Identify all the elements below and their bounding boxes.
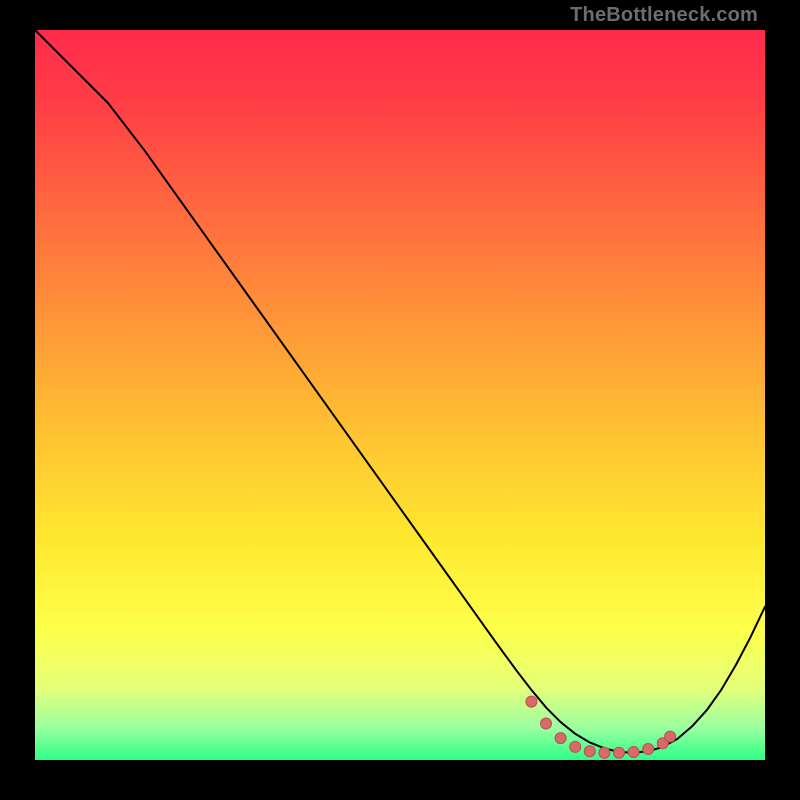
min-marker: [614, 747, 625, 758]
figure: TheBottleneck.com: [0, 0, 800, 800]
min-marker: [541, 718, 552, 729]
min-marker: [526, 696, 537, 707]
min-marker: [643, 744, 654, 755]
watermark: TheBottleneck.com: [570, 4, 758, 27]
min-marker: [555, 733, 566, 744]
min-marker: [665, 731, 676, 742]
min-marker: [599, 747, 610, 758]
plot-svg: [35, 30, 765, 760]
plot-area: [35, 30, 765, 760]
min-marker: [570, 741, 581, 752]
gradient-background: [35, 30, 765, 760]
min-marker: [584, 746, 595, 757]
min-marker: [628, 746, 639, 757]
